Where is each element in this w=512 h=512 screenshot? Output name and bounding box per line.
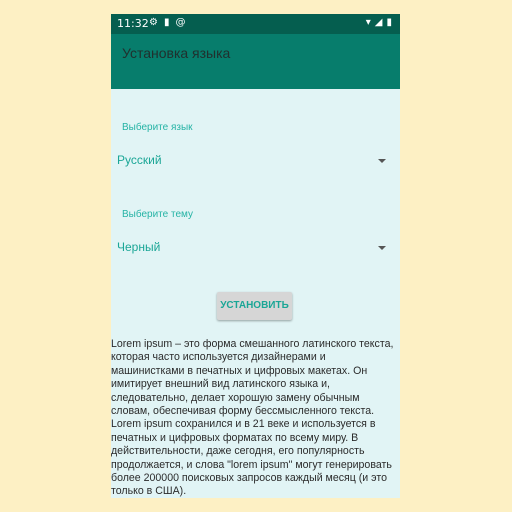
status-right-icons: ▾ ◢ ▮ — [366, 17, 392, 28]
dropdown-arrow-icon — [378, 246, 386, 250]
language-label: Выберите язык — [122, 122, 193, 133]
app-bar: Установка языка — [111, 34, 400, 89]
body-text: Lorem ipsum – это форма смешанного латин… — [111, 338, 394, 498]
theme-selected: Черный — [117, 240, 161, 254]
battery-icon: ▮ — [386, 17, 392, 28]
status-bar: 11:32 ⚙ ▮ @ ▾ ◢ ▮ — [111, 14, 400, 34]
app-title: Установка языка — [122, 45, 231, 61]
install-button[interactable]: УСТАНОВИТЬ — [217, 292, 292, 320]
language-selected: Русский — [117, 153, 162, 167]
theme-label: Выберите тему — [122, 209, 194, 220]
language-spinner[interactable]: Русский — [111, 148, 400, 174]
wifi-icon: ▾ — [365, 17, 371, 28]
theme-spinner[interactable]: Черный — [111, 235, 400, 261]
signal-icon: ◢ — [374, 17, 383, 28]
status-time: 11:32 — [117, 17, 149, 30]
dropdown-arrow-icon — [378, 159, 386, 163]
gear-icon: ⚙ — [149, 17, 158, 28]
status-left-icons: ⚙ ▮ @ — [149, 17, 185, 28]
phone-screen: 11:32 ⚙ ▮ @ ▾ ◢ ▮ Установка языка Выбери… — [111, 14, 400, 498]
sd-card-icon: ▮ — [163, 17, 170, 28]
at-sign-icon: @ — [175, 17, 186, 28]
